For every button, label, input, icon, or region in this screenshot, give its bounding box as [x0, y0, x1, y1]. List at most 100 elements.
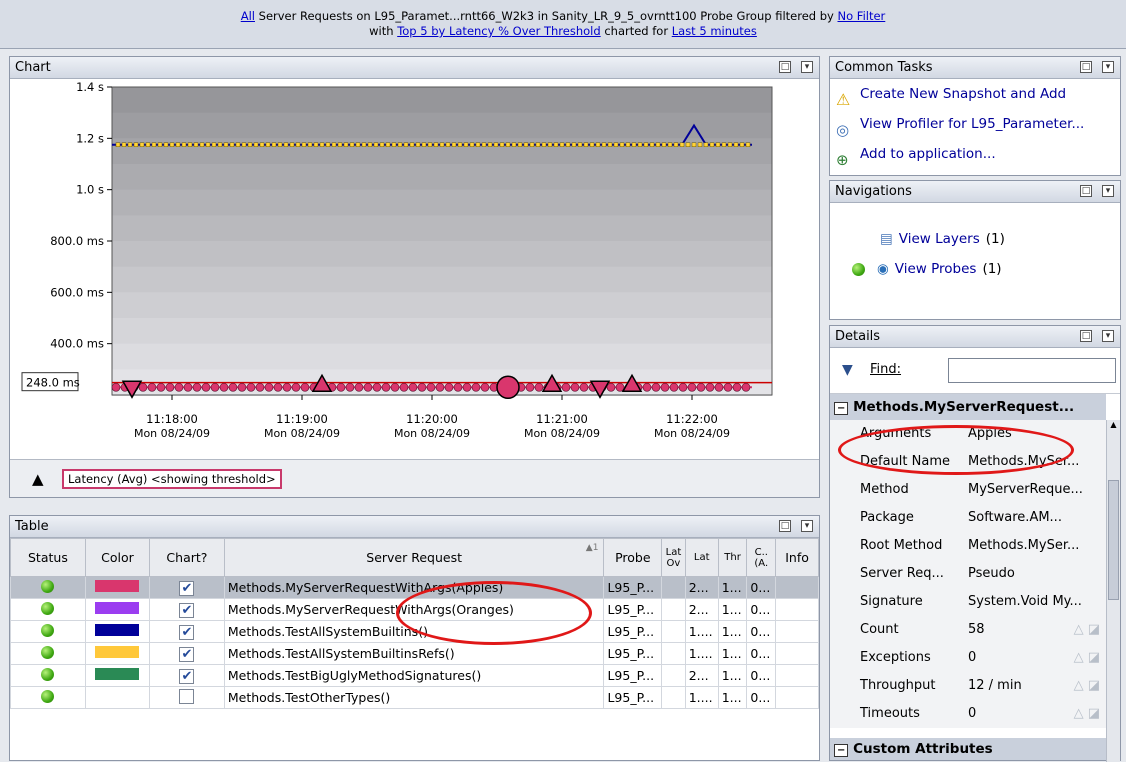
checkbox[interactable]: ✔ — [179, 624, 195, 640]
details-scrollbar[interactable]: ▲ — [1106, 420, 1120, 762]
lat-ov-cell — [661, 620, 686, 643]
col-lat[interactable]: Lat — [684, 538, 719, 577]
request-cell[interactable]: Methods.TestBigUglyMethodSignatures() — [223, 664, 605, 687]
color-swatch — [95, 602, 140, 614]
series-point — [705, 382, 715, 392]
nav-view-layers[interactable]: ▤ View Layers (1) — [880, 231, 1005, 247]
detail-row[interactable]: Count 58 △ ◪ — [830, 616, 1106, 644]
lat-ov-cell — [661, 642, 686, 665]
series-point — [373, 142, 379, 147]
detail-key: Count — [860, 622, 899, 637]
request-cell[interactable]: Methods.TestAllSystemBuiltinsRefs() — [223, 642, 605, 665]
threshold-chart-icon[interactable]: △ ◪ — [1074, 616, 1100, 644]
series-point — [445, 142, 451, 147]
series-point — [390, 382, 400, 392]
col-info[interactable]: Info — [775, 538, 819, 577]
series-point — [577, 142, 583, 147]
task-create-snapshot[interactable]: ⚠ Create New Snapshot and Add — [830, 79, 1120, 109]
series-point — [156, 382, 166, 392]
checkbox[interactable] — [179, 688, 195, 704]
legend-series-label[interactable]: Latency (Avg) <showing threshold> — [62, 469, 282, 489]
details-section-header[interactable]: − Methods.MyServerRequest... — [830, 394, 1106, 420]
detail-row[interactable]: Package Software.AM... — [830, 504, 1106, 532]
series-point — [595, 142, 601, 147]
find-input[interactable] — [948, 358, 1116, 383]
filter-link[interactable]: No Filter — [838, 9, 886, 23]
maximize-icon[interactable]: □ — [779, 520, 791, 532]
col-probe[interactable]: Probe — [603, 538, 663, 577]
lat-cell: 2... — [684, 664, 719, 687]
lat-ov-cell — [661, 686, 686, 709]
series-point — [307, 142, 313, 147]
col-status[interactable]: Status — [10, 538, 86, 577]
detail-row[interactable]: Throughput 12 / min △ ◪ — [830, 672, 1106, 700]
detail-row[interactable]: Signature System.Void My... — [830, 588, 1106, 616]
detail-row[interactable]: Method MyServerReque... — [830, 476, 1106, 504]
table-row[interactable]: ✔ Methods.TestBigUglyMethodSignatures() L9… — [10, 664, 819, 687]
pin-icon[interactable]: ▾ — [1102, 185, 1114, 197]
col-lat-ov[interactable]: Lat Ov — [661, 538, 686, 577]
custom-attributes-header[interactable]: − Custom Attributes — [830, 738, 1106, 760]
series-point — [417, 382, 427, 392]
series-point — [601, 142, 607, 147]
series-point — [367, 142, 373, 147]
series-point — [229, 142, 235, 147]
task-view-profiler[interactable]: ◎ View Profiler for L95_Parameter... — [830, 109, 1120, 139]
top5-link[interactable]: Top 5 by Latency % Over Threshold — [397, 24, 600, 38]
series-point — [561, 382, 571, 392]
table-row[interactable]: Methods.TestOtherTypes() L95_P... 1.... 1..… — [10, 686, 819, 709]
info-cell — [775, 664, 819, 687]
thr-cell: 1... — [717, 620, 748, 643]
maximize-icon[interactable]: □ — [1080, 61, 1092, 73]
chart-checkbox[interactable]: ✔ — [149, 598, 225, 621]
request-cell[interactable]: Methods.TestOtherTypes() — [223, 686, 605, 709]
pin-icon[interactable]: ▾ — [1102, 61, 1114, 73]
threshold-chart-icon[interactable]: △ ◪ — [1074, 672, 1100, 700]
checkbox[interactable]: ✔ — [179, 668, 195, 684]
chart-checkbox[interactable]: ✔ — [149, 642, 225, 665]
all-link[interactable]: All — [241, 9, 255, 23]
threshold-chart-icon[interactable]: △ ◪ — [1074, 700, 1100, 728]
chart-checkbox[interactable] — [149, 686, 225, 709]
series-point — [426, 382, 436, 392]
task-add-to-application[interactable]: ⊕ Add to application... — [830, 139, 1120, 169]
col-thr[interactable]: Thr — [717, 538, 748, 577]
lat-ov-cell — [661, 576, 686, 599]
detail-row[interactable]: Timeouts 0 △ ◪ — [830, 700, 1106, 728]
col-color[interactable]: Color — [84, 538, 151, 577]
detail-value: 58 — [968, 622, 985, 637]
series-point — [643, 142, 649, 147]
pin-icon[interactable]: ▾ — [801, 61, 813, 73]
table-row[interactable]: ✔ Methods.TestAllSystemBuiltinsRefs() L95_… — [10, 642, 819, 665]
maximize-icon[interactable]: □ — [1080, 330, 1092, 342]
collapse-icon[interactable]: − — [834, 744, 849, 757]
period-link[interactable]: Last 5 minutes — [672, 24, 757, 38]
col-count[interactable]: C.. (A. — [746, 538, 777, 577]
col-chart[interactable]: Chart? — [149, 538, 225, 577]
maximize-icon[interactable]: □ — [779, 61, 791, 73]
find-row: ▼ Find: — [830, 348, 1120, 394]
maximize-icon[interactable]: □ — [1080, 185, 1092, 197]
col-server-request[interactable]: Server Request ▲1 — [223, 538, 605, 577]
scroll-up-icon[interactable]: ▲ — [1107, 420, 1120, 429]
scroll-thumb[interactable] — [1108, 480, 1119, 600]
checkbox[interactable]: ✔ — [179, 580, 195, 596]
pin-icon[interactable]: ▾ — [1102, 330, 1114, 342]
nav-view-probes[interactable]: ◉ View Probes (1) — [852, 261, 1002, 277]
checkbox[interactable]: ✔ — [179, 602, 195, 618]
detail-row[interactable]: Root Method Methods.MySer... — [830, 532, 1106, 560]
threshold-chart-icon[interactable]: △ ◪ — [1074, 644, 1100, 672]
detail-value: Software.AM... — [968, 510, 1062, 525]
series-point — [355, 142, 361, 147]
series-point — [534, 382, 544, 392]
chart-checkbox[interactable]: ✔ — [149, 576, 225, 599]
x-tick-date: Mon 08/24/09 — [134, 427, 210, 440]
detail-row[interactable]: Exceptions 0 △ ◪ — [830, 644, 1106, 672]
chart-checkbox[interactable]: ✔ — [149, 664, 225, 687]
chart-checkbox[interactable]: ✔ — [149, 620, 225, 643]
plot-band — [112, 343, 772, 371]
pin-icon[interactable]: ▾ — [801, 520, 813, 532]
collapse-icon[interactable]: − — [834, 402, 849, 415]
detail-row[interactable]: Server Req... Pseudo — [830, 560, 1106, 588]
checkbox[interactable]: ✔ — [179, 646, 195, 662]
